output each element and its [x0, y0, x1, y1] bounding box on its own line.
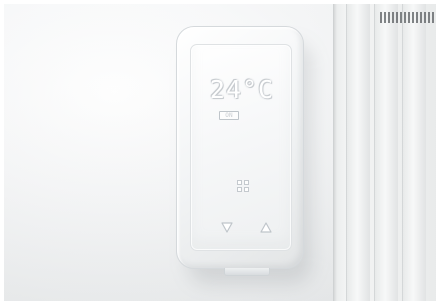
grid-icon-square	[244, 187, 249, 192]
thermostat-touch-panel: 24°C ON	[190, 44, 292, 251]
decrease-temperature-button[interactable]	[217, 219, 237, 236]
thermostat-wall-scene: 24°C ON	[0, 0, 440, 305]
thermostat-bottom-clip	[224, 268, 270, 276]
increase-temperature-button[interactable]	[256, 219, 276, 236]
grid-icon-square	[244, 180, 249, 185]
radiator-column	[346, 0, 370, 305]
radiator	[333, 0, 440, 305]
grid-icon-square	[237, 180, 242, 185]
triangle-up-icon	[260, 222, 272, 233]
triangle-down-icon	[221, 222, 233, 233]
grid-icon-square	[237, 187, 242, 192]
radiator-column	[374, 0, 398, 305]
thermostat-device: 24°C ON	[176, 26, 304, 269]
radiator-column	[402, 0, 426, 305]
menu-button[interactable]	[235, 178, 251, 194]
status-indicator: ON	[219, 111, 239, 120]
temperature-display: 24°C	[209, 75, 275, 104]
radiator-grille	[380, 12, 438, 23]
